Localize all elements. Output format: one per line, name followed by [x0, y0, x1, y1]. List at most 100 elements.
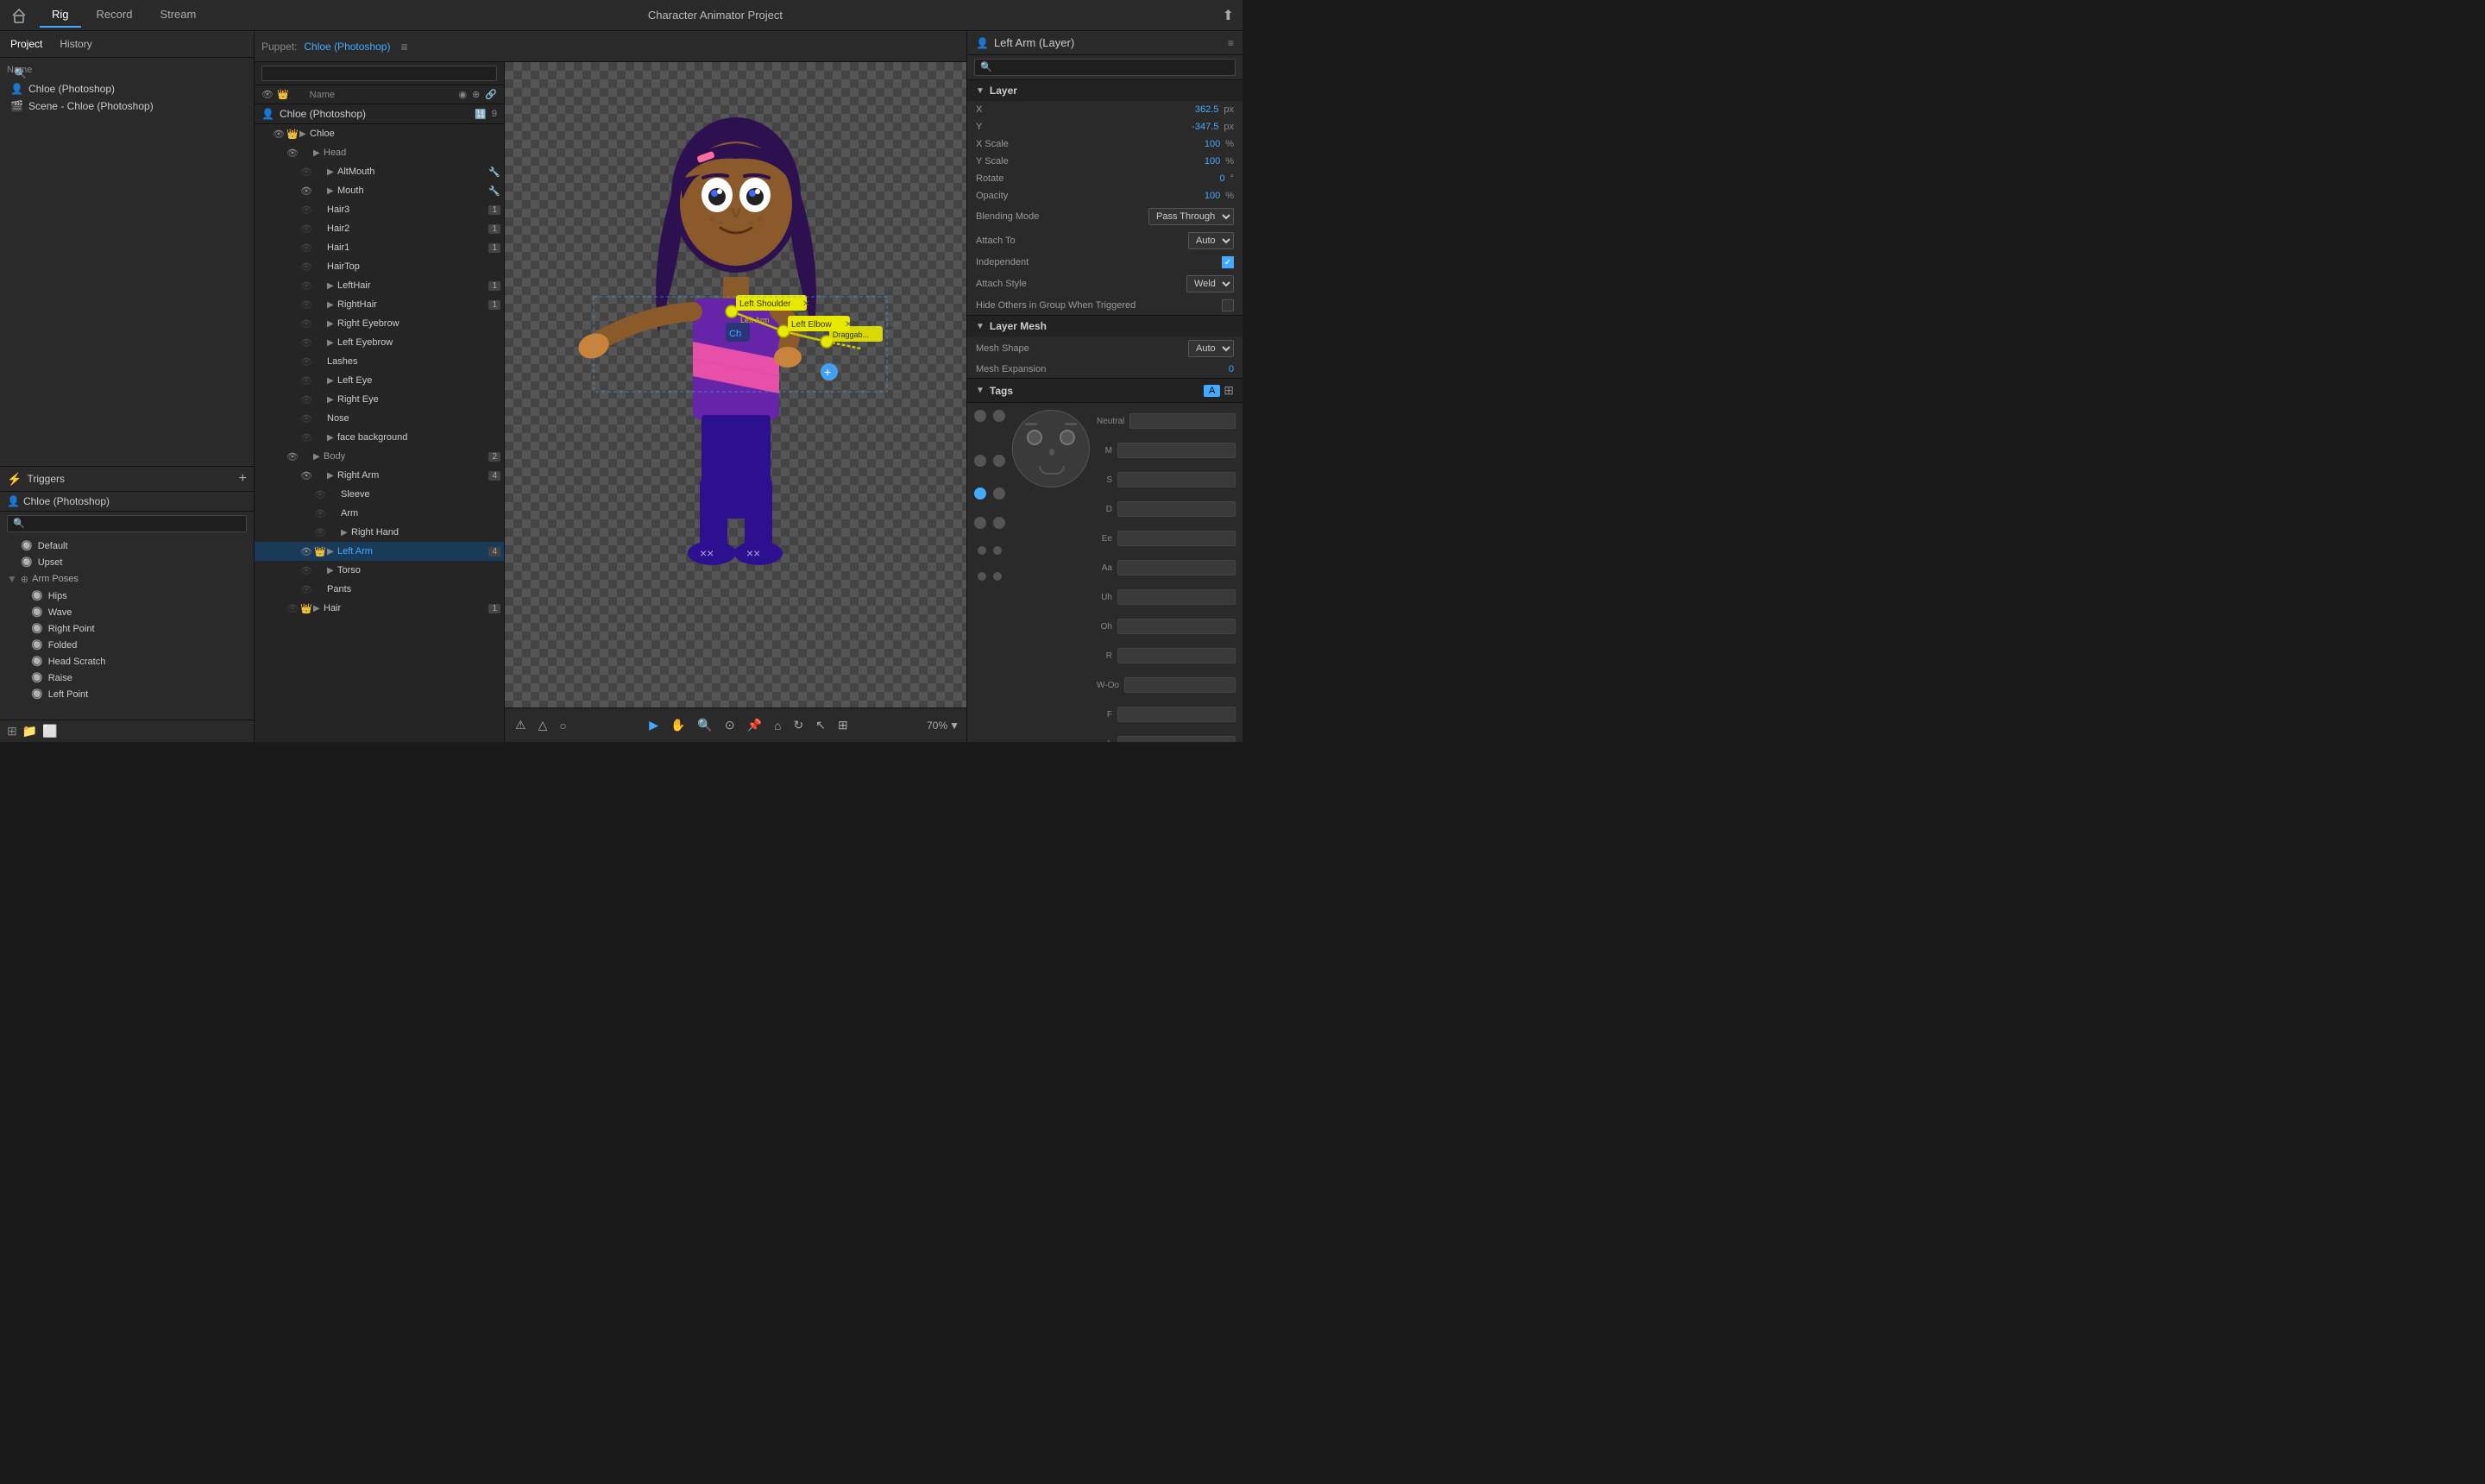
- props-menu-icon[interactable]: ≡: [1228, 37, 1234, 49]
- viseme-m-bar[interactable]: [1117, 443, 1236, 458]
- vis-icon[interactable]: 👁: [299, 413, 313, 424]
- layer-section-header[interactable]: ▼ Layer: [967, 80, 1242, 101]
- arrow-icon[interactable]: ▶: [313, 148, 324, 158]
- face-dot[interactable]: [993, 455, 1005, 467]
- mesh-tool-btn[interactable]: △: [535, 714, 551, 736]
- record-circle-btn[interactable]: ⊙: [721, 714, 739, 736]
- prop-yscale-value[interactable]: 100: [1205, 156, 1220, 167]
- add-trigger-button[interactable]: +: [239, 471, 247, 487]
- vis-icon[interactable]: 👁: [286, 603, 299, 614]
- trigger-item-upset[interactable]: 🔘 Upset: [0, 554, 254, 570]
- arrow-icon[interactable]: ▶: [299, 129, 310, 139]
- face-dot[interactable]: [993, 487, 1005, 500]
- vis-icon[interactable]: 👁: [299, 432, 313, 443]
- attach-style-select[interactable]: Weld: [1186, 275, 1234, 292]
- trigger-raise[interactable]: 🔘 Raise: [0, 670, 254, 686]
- vis-icon[interactable]: 👁: [286, 451, 299, 462]
- vis-icon[interactable]: 👁: [286, 148, 299, 159]
- tab-rig[interactable]: Rig: [40, 3, 81, 28]
- vis-icon[interactable]: 👁: [299, 584, 313, 595]
- viseme-f-bar[interactable]: [1117, 707, 1236, 722]
- vis-icon[interactable]: 👁: [299, 242, 313, 254]
- project-item-scene[interactable]: 🎬 Scene - Chloe (Photoshop): [7, 97, 247, 115]
- arrow-icon[interactable]: ▶: [313, 452, 324, 462]
- props-search-input[interactable]: [974, 59, 1236, 76]
- layer-row-arm[interactable]: 👁 Arm: [255, 504, 504, 523]
- layer-row-lefthair[interactable]: 👁 ▶ LeftHair 1: [255, 276, 504, 295]
- export-icon[interactable]: ⬆: [1223, 7, 1234, 24]
- viseme-oh-bar[interactable]: [1117, 619, 1236, 634]
- layer-row-hair2[interactable]: 👁 Hair2 1: [255, 219, 504, 238]
- vis-icon[interactable]: 👁: [313, 527, 327, 538]
- layer-row-sleeve[interactable]: 👁 Sleeve: [255, 485, 504, 504]
- zoom-chevron[interactable]: ▼: [949, 720, 959, 732]
- arrow-tool-btn[interactable]: ▶: [645, 714, 662, 736]
- vis-icon[interactable]: 👁: [299, 470, 313, 481]
- face-dot[interactable]: [993, 410, 1005, 422]
- face-dot[interactable]: [974, 517, 986, 529]
- viseme-l-bar[interactable]: [1117, 736, 1236, 742]
- viseme-d-bar[interactable]: [1117, 501, 1236, 517]
- arrow-icon[interactable]: ▶: [313, 604, 324, 613]
- trigger-folded[interactable]: 🔘 Folded: [0, 637, 254, 653]
- arrow-icon[interactable]: ▶: [341, 528, 351, 538]
- layer-row-pants[interactable]: 👁 Pants: [255, 580, 504, 599]
- trigger-hips[interactable]: 🔘 Hips: [0, 588, 254, 604]
- rotate-tool-btn[interactable]: ↻: [790, 714, 808, 736]
- hand-tool-btn[interactable]: ✋: [667, 714, 689, 736]
- layer-row-face-bg[interactable]: 👁 ▶ face background: [255, 428, 504, 447]
- face-dot[interactable]: [974, 410, 986, 422]
- layer-row-righthair[interactable]: 👁 ▶ RightHair 1: [255, 295, 504, 314]
- viseme-r-bar[interactable]: [1117, 648, 1236, 663]
- vis-icon[interactable]: 👁: [299, 394, 313, 406]
- bone-tool-btn[interactable]: ⌂: [771, 715, 784, 736]
- arrow-icon[interactable]: ▶: [327, 376, 337, 386]
- layer-row-right-eyebrow[interactable]: 👁 ▶ Right Eyebrow: [255, 314, 504, 333]
- grid-icon[interactable]: ⊞: [7, 724, 17, 739]
- layer-row-left-eye[interactable]: 👁 ▶ Left Eye: [255, 371, 504, 390]
- prop-x-value[interactable]: 362.5: [1195, 104, 1219, 115]
- viseme-s-bar[interactable]: [1117, 472, 1236, 487]
- face-dot-small[interactable]: [993, 572, 1002, 581]
- layer-row-mouth[interactable]: 👁 ▶ Mouth 🔧: [255, 181, 504, 200]
- layer-row-hairtop[interactable]: 👁 HairTop: [255, 257, 504, 276]
- layer-row-left-arm[interactable]: 👁 👑 ▶ Left Arm 4: [255, 542, 504, 561]
- arrow-icon[interactable]: ▶: [327, 167, 337, 177]
- layer-row-hair1[interactable]: 👁 Hair1 1: [255, 238, 504, 257]
- vis-icon[interactable]: 👁: [313, 508, 327, 519]
- vis-icon[interactable]: 👁: [299, 167, 313, 178]
- trigger-item-default[interactable]: 🔘 Default: [0, 538, 254, 554]
- tab-stream[interactable]: Stream: [148, 3, 208, 28]
- vis-icon[interactable]: 👁: [299, 546, 313, 557]
- canvas-area[interactable]: ×× ××: [505, 62, 966, 742]
- vis-icon[interactable]: 👁: [299, 204, 313, 216]
- vis-icon[interactable]: 👁: [299, 375, 313, 387]
- project-item-chloe[interactable]: 👤 Chloe (Photoshop): [7, 80, 247, 97]
- arrow-icon[interactable]: ▶: [327, 433, 337, 443]
- arrow-icon[interactable]: ▶: [327, 186, 337, 196]
- arrow-icon[interactable]: ▶: [327, 471, 337, 481]
- face-dot-small[interactable]: [978, 572, 986, 581]
- layer-row-right-hand[interactable]: 👁 ▶ Right Hand: [255, 523, 504, 542]
- arrow-icon[interactable]: ▶: [327, 395, 337, 405]
- viseme-uh-bar[interactable]: [1117, 589, 1236, 605]
- arrow-icon[interactable]: ▶: [327, 338, 337, 348]
- face-dot-small[interactable]: [993, 546, 1002, 555]
- layer-row-hair[interactable]: 👁 👑 ▶ Hair 1: [255, 599, 504, 618]
- vis-icon[interactable]: 👁: [299, 223, 313, 235]
- trigger-right-point[interactable]: 🔘 Right Point: [0, 620, 254, 637]
- viseme-woo-bar[interactable]: [1124, 677, 1236, 693]
- layer-row-left-eyebrow[interactable]: 👁 ▶ Left Eyebrow: [255, 333, 504, 352]
- puppet-menu-icon[interactable]: ≡: [400, 40, 407, 53]
- vis-icon[interactable]: 👁: [299, 261, 313, 273]
- warn-tool-btn[interactable]: ⚠: [512, 714, 530, 736]
- layer-row-right-arm[interactable]: 👁 ▶ Right Arm 4: [255, 466, 504, 485]
- layer-row-lashes[interactable]: 👁 Lashes: [255, 352, 504, 371]
- arrow-icon[interactable]: ▶: [327, 547, 337, 556]
- layer-row-chloe[interactable]: 👁 👑 ▶ Chloe: [255, 124, 504, 143]
- vis-icon[interactable]: 👁: [299, 299, 313, 311]
- vis-icon[interactable]: 👁: [299, 186, 313, 197]
- vis-icon[interactable]: 👁: [299, 356, 313, 368]
- vis-icon[interactable]: 👁: [299, 337, 313, 349]
- cursor-tool-btn[interactable]: ↖: [812, 714, 829, 736]
